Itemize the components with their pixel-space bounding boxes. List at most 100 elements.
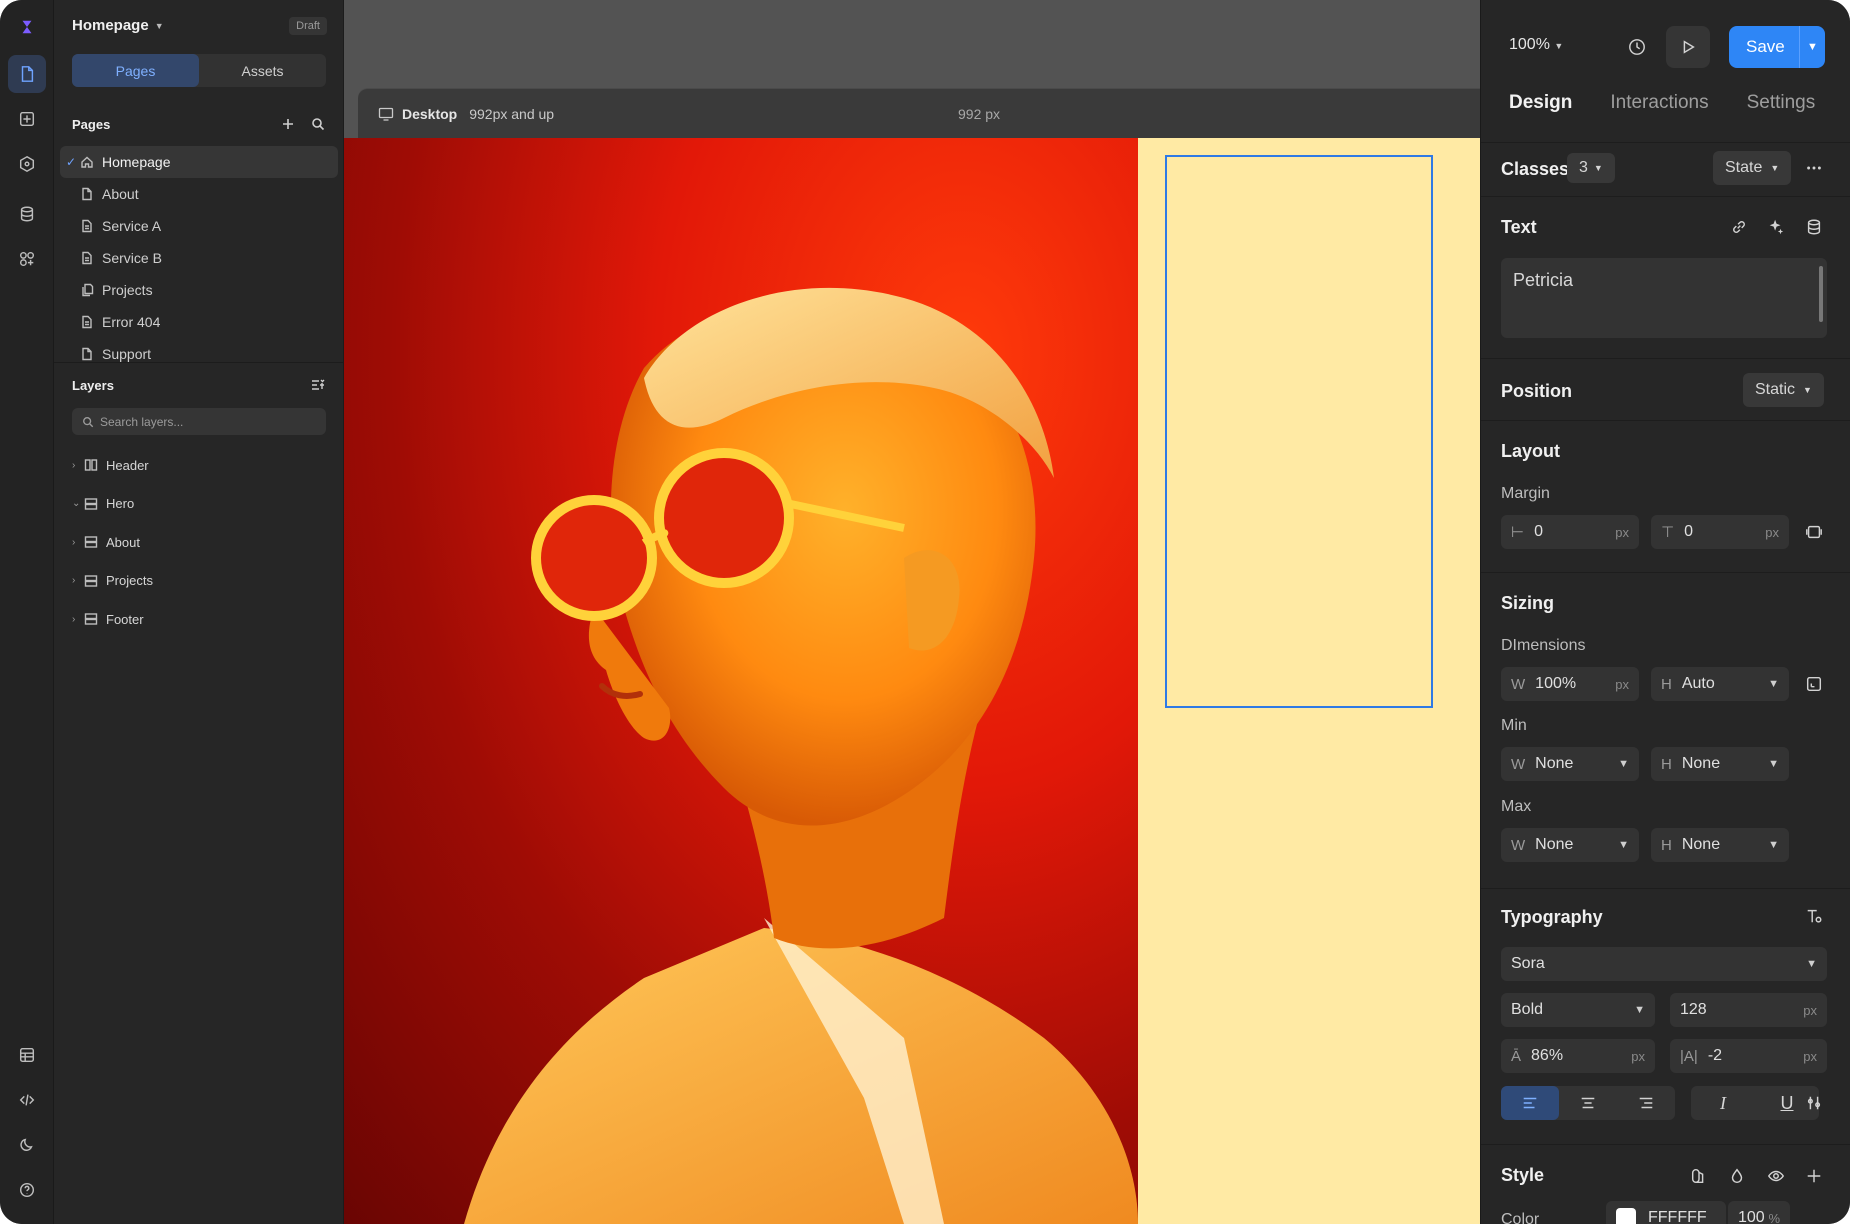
logo-icon[interactable] bbox=[8, 8, 46, 46]
align-center-icon[interactable] bbox=[1559, 1086, 1617, 1120]
project-title[interactable]: Homepage ▼ bbox=[72, 17, 164, 34]
home-icon bbox=[81, 156, 93, 168]
apps-icon[interactable] bbox=[8, 240, 46, 278]
classes-count-select[interactable]: 3 ▼ bbox=[1567, 153, 1615, 183]
align-right-icon[interactable] bbox=[1617, 1086, 1675, 1120]
text-settings-icon[interactable] bbox=[1803, 905, 1825, 927]
color-opacity-input[interactable]: 100 % bbox=[1728, 1201, 1790, 1224]
style-preset-icon[interactable] bbox=[1688, 1165, 1710, 1187]
aspect-ratio-icon[interactable] bbox=[1803, 673, 1825, 695]
hero-image[interactable] bbox=[344, 138, 1138, 1224]
add-element-icon[interactable] bbox=[8, 100, 46, 138]
height-select[interactable]: H Auto ▼ bbox=[1651, 667, 1789, 701]
search-icon[interactable] bbox=[311, 117, 325, 136]
layer-item-footer[interactable]: › Footer bbox=[72, 600, 326, 639]
page-item-service-b[interactable]: Service B bbox=[60, 242, 338, 274]
hero-frame[interactable] bbox=[344, 138, 1480, 1224]
rows-icon bbox=[84, 498, 98, 510]
font-size-input[interactable]: 128 px bbox=[1670, 993, 1827, 1027]
margin-vertical-input[interactable]: ⊤ 0 px bbox=[1651, 515, 1789, 549]
min-height-select[interactable]: H None ▼ bbox=[1651, 747, 1789, 781]
desktop-icon bbox=[378, 107, 394, 121]
tab-pages[interactable]: Pages bbox=[72, 54, 199, 87]
page-item-error-404[interactable]: Error 404 bbox=[60, 306, 338, 338]
page-item-about[interactable]: About bbox=[60, 178, 338, 210]
state-select[interactable]: State ▼ bbox=[1713, 151, 1792, 185]
position-section: Position Static ▼ bbox=[1481, 358, 1850, 420]
pages-rail-icon[interactable] bbox=[8, 55, 46, 93]
link-icon[interactable] bbox=[1728, 216, 1750, 238]
textarea-scrollbar[interactable] bbox=[1819, 266, 1823, 322]
page-item-service-a[interactable]: Service A bbox=[60, 210, 338, 242]
search-icon bbox=[83, 416, 94, 427]
width-input[interactable]: W 100% px bbox=[1501, 667, 1639, 701]
position-select[interactable]: Static ▼ bbox=[1743, 373, 1824, 407]
layers-search-input[interactable]: Search layers... bbox=[72, 408, 326, 435]
chevron-right-icon[interactable]: › bbox=[72, 537, 84, 548]
list-settings-icon[interactable] bbox=[311, 378, 325, 397]
margin-individual-icon[interactable] bbox=[1803, 521, 1825, 543]
max-height-select[interactable]: H None ▼ bbox=[1651, 828, 1789, 862]
color-swatch[interactable] bbox=[1616, 1208, 1636, 1224]
color-hex-input[interactable]: FFFFFF bbox=[1606, 1201, 1726, 1224]
chevron-down-icon[interactable]: ⌄ bbox=[72, 498, 84, 509]
tab-settings[interactable]: Settings bbox=[1747, 92, 1816, 114]
margin-horizontal-input[interactable]: ⊢ 0 px bbox=[1501, 515, 1639, 549]
help-icon[interactable] bbox=[8, 1171, 46, 1209]
moon-icon[interactable] bbox=[8, 1126, 46, 1164]
page-item-projects[interactable]: Projects bbox=[60, 274, 338, 306]
min-width-select[interactable]: W None ▼ bbox=[1501, 747, 1639, 781]
viewport-name: Desktop bbox=[402, 105, 458, 122]
text-content-input[interactable]: Petricia bbox=[1501, 258, 1827, 338]
chevron-right-icon[interactable]: › bbox=[72, 614, 84, 625]
app-window: Homepage ▼ Draft Pages Assets Pages ✓ Ho… bbox=[0, 0, 1850, 1224]
history-icon[interactable] bbox=[1626, 36, 1648, 58]
page-item-homepage[interactable]: ✓ Homepage bbox=[60, 146, 338, 178]
typography-adjust-icon[interactable] bbox=[1803, 1092, 1825, 1114]
visibility-eye-icon[interactable] bbox=[1765, 1165, 1787, 1187]
chevron-down-icon: ▼ bbox=[1768, 758, 1779, 770]
save-button[interactable]: Save ▼ bbox=[1729, 26, 1825, 68]
more-options-icon[interactable] bbox=[1803, 157, 1825, 179]
cms-database-icon[interactable] bbox=[1803, 216, 1825, 238]
file-icon bbox=[82, 347, 92, 361]
italic-icon[interactable]: I bbox=[1691, 1086, 1755, 1120]
layer-item-about[interactable]: › About bbox=[72, 523, 326, 562]
save-options-chevron-icon[interactable]: ▼ bbox=[1799, 26, 1825, 68]
rows-icon bbox=[84, 536, 98, 548]
page-item-support[interactable]: Support bbox=[60, 338, 338, 370]
zoom-select[interactable]: 100% ▼ bbox=[1509, 36, 1563, 54]
preview-play-icon[interactable] bbox=[1666, 26, 1710, 68]
chevron-right-icon[interactable]: › bbox=[72, 460, 84, 471]
add-page-icon[interactable] bbox=[281, 117, 295, 136]
font-family-select[interactable]: Sora ▼ bbox=[1501, 947, 1827, 981]
tab-assets[interactable]: Assets bbox=[199, 54, 326, 87]
position-label: Position bbox=[1501, 381, 1572, 401]
canvas[interactable]: Desktop 992px and up 992 px bbox=[344, 0, 1494, 1224]
color-opacity-unit: % bbox=[1768, 1210, 1780, 1224]
table-icon[interactable] bbox=[8, 1036, 46, 1074]
align-left-icon[interactable] bbox=[1501, 1086, 1559, 1120]
ai-sparkle-icon[interactable] bbox=[1765, 216, 1787, 238]
components-icon[interactable] bbox=[8, 145, 46, 183]
add-style-icon[interactable] bbox=[1803, 1165, 1825, 1187]
layer-item-header[interactable]: › Header bbox=[72, 446, 326, 485]
tab-interactions[interactable]: Interactions bbox=[1610, 92, 1708, 114]
chevron-right-icon[interactable]: › bbox=[72, 575, 84, 586]
code-icon[interactable] bbox=[8, 1081, 46, 1119]
max-width-select[interactable]: W None ▼ bbox=[1501, 828, 1639, 862]
layer-item-projects[interactable]: › Projects bbox=[72, 562, 326, 601]
letter-spacing-input[interactable]: |A| -2 px bbox=[1670, 1039, 1827, 1073]
check-icon: ✓ bbox=[66, 155, 77, 169]
file-text-icon bbox=[82, 219, 92, 233]
text-style-group: I U bbox=[1691, 1086, 1819, 1120]
status-badge: Draft bbox=[289, 17, 327, 35]
font-weight-select[interactable]: Bold ▼ bbox=[1501, 993, 1655, 1027]
selected-text-element[interactable] bbox=[1165, 155, 1433, 708]
database-icon[interactable] bbox=[8, 195, 46, 233]
layer-item-hero[interactable]: ⌄ Hero bbox=[72, 485, 326, 524]
line-height-input[interactable]: Ā 86% px bbox=[1501, 1039, 1655, 1073]
pages-heading: Pages bbox=[72, 117, 111, 132]
tab-design[interactable]: Design bbox=[1509, 92, 1572, 114]
fill-drop-icon[interactable] bbox=[1726, 1165, 1748, 1187]
